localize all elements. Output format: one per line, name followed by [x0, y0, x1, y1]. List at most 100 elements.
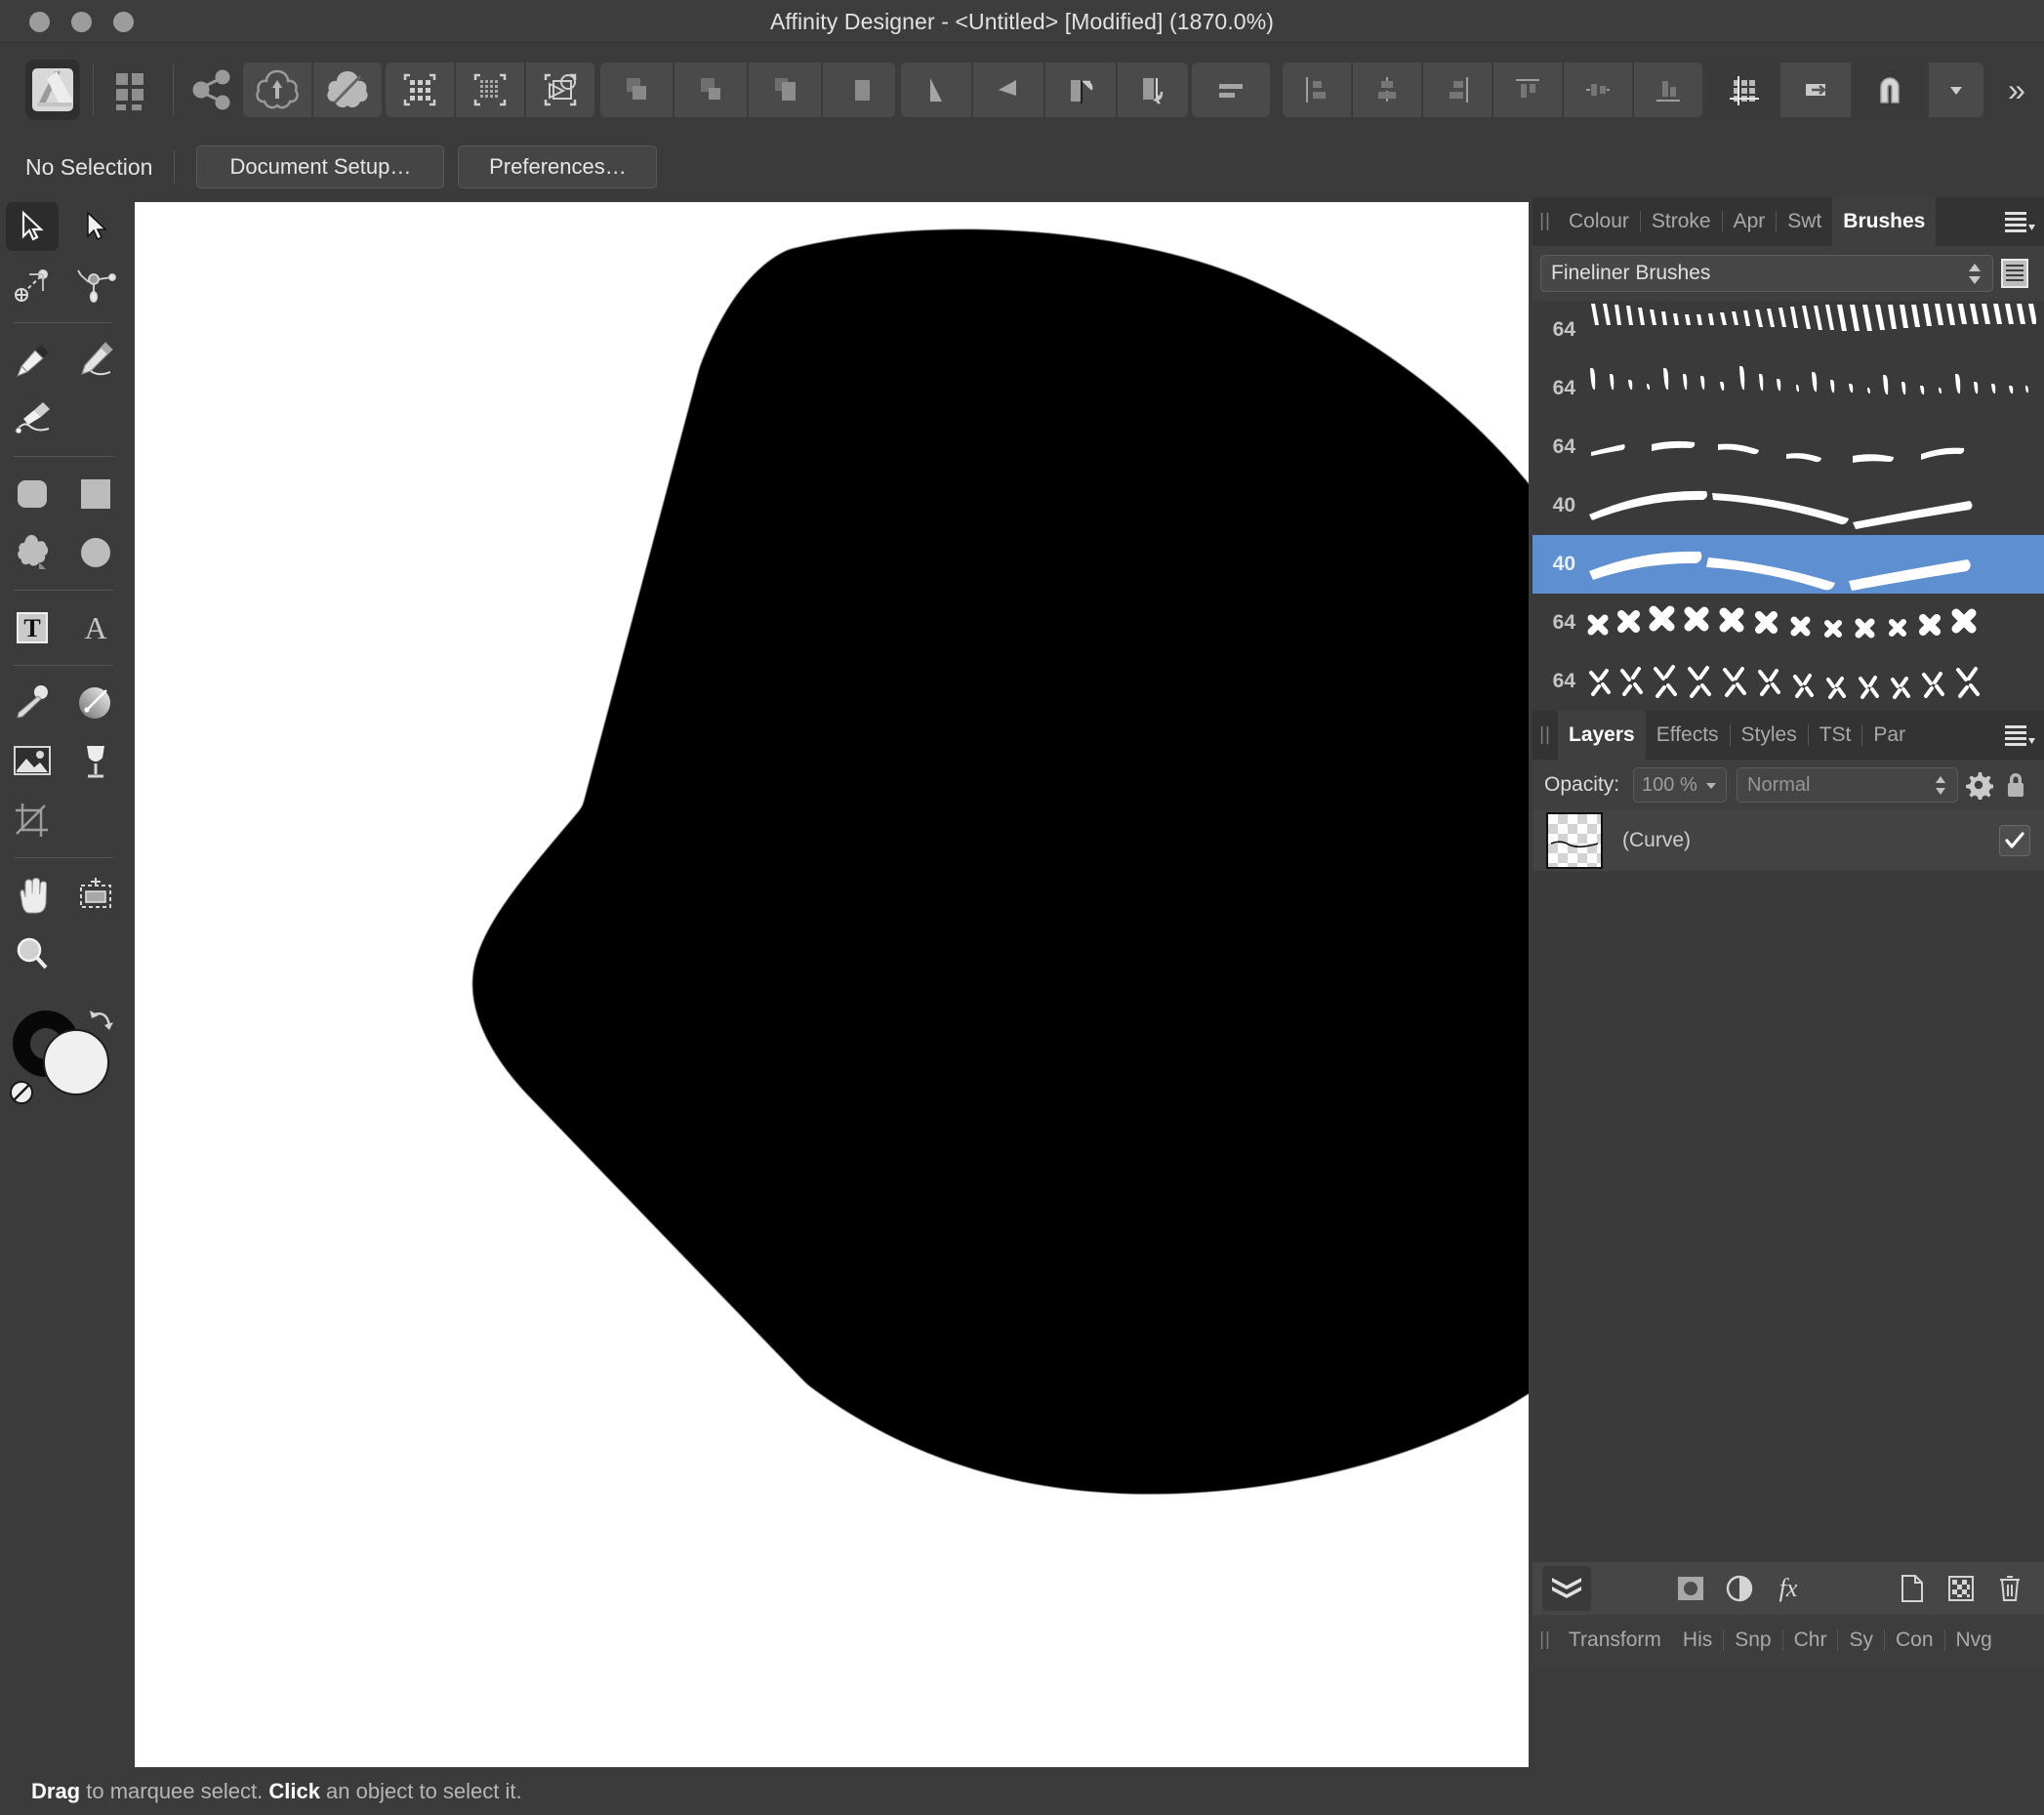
chevron-down-icon[interactable]	[1929, 62, 1983, 117]
preferences-button[interactable]: Preferences…	[458, 145, 658, 188]
add-to-shape-icon[interactable]	[243, 62, 312, 117]
slice-tool[interactable]	[63, 866, 127, 925]
new-document-icon[interactable]	[1888, 1566, 1937, 1611]
panel-drag-handle[interactable]: ||	[1533, 197, 1558, 246]
tab-history[interactable]: His	[1672, 1615, 1723, 1666]
brush-list-item[interactable]: 64	[1533, 359, 2044, 418]
boolean-divide-icon[interactable]	[822, 62, 895, 117]
tab-styles[interactable]: Styles	[1731, 711, 1808, 760]
tab-layers[interactable]: Layers	[1558, 711, 1646, 760]
checkerboard-layer-icon[interactable]	[1937, 1566, 1985, 1611]
tab-appearance[interactable]: Apr	[1723, 197, 1777, 246]
mask-layer-icon[interactable]	[1666, 1566, 1715, 1611]
vector-preview-icon[interactable]	[526, 62, 595, 117]
tab-colour[interactable]: Colour	[1558, 197, 1640, 246]
fx-icon[interactable]: fx	[1764, 1566, 1813, 1611]
flip-horizontal-icon[interactable]	[900, 62, 971, 117]
ellipse-tool[interactable]	[63, 523, 127, 582]
pixel-preview-icon[interactable]	[386, 62, 455, 117]
move-snapping-icon[interactable]	[1780, 62, 1851, 117]
tab-swatches[interactable]: Swt	[1777, 197, 1832, 246]
double-chevron-right-icon[interactable]: »	[1989, 62, 2044, 117]
crop-tool[interactable]	[0, 791, 63, 849]
layer-visibility-checkbox[interactable]	[1999, 825, 2030, 856]
boolean-subtract-icon[interactable]	[674, 62, 747, 117]
tab-symbols[interactable]: Sy	[1838, 1615, 1884, 1666]
retina-preview-icon[interactable]	[456, 62, 525, 117]
gear-icon[interactable]	[1958, 770, 1999, 800]
brush-list-item[interactable]: 40	[1533, 476, 2044, 535]
tab-paragraph[interactable]: Par	[1862, 711, 1916, 760]
vector-brush-tool[interactable]	[0, 390, 63, 448]
pen-tool[interactable]	[0, 331, 63, 390]
grid-squares-icon[interactable]	[105, 62, 160, 117]
brush-list-item[interactable]: 64	[1533, 652, 2044, 711]
tab-effects[interactable]: Effects	[1646, 711, 1730, 760]
view-pan-tool[interactable]	[0, 866, 63, 925]
brush-list-item[interactable]: 64	[1533, 301, 2044, 359]
lock-icon[interactable]	[1999, 770, 2032, 800]
brush-list[interactable]: 64 64 64 40 40 64 64	[1533, 301, 2044, 711]
tab-character[interactable]: Chr	[1783, 1615, 1838, 1666]
rectangle-tool[interactable]	[63, 465, 127, 523]
brush-list-item-selected[interactable]: 40	[1533, 535, 2044, 594]
panel-menu-icon[interactable]	[2003, 197, 2044, 246]
tab-snapshots[interactable]: Snp	[1724, 1615, 1781, 1666]
panel-drag-handle-2[interactable]: ||	[1533, 711, 1558, 760]
boolean-intersect-icon[interactable]	[748, 62, 821, 117]
frame-text-tool[interactable]: T	[0, 598, 63, 657]
adjustment-half-circle-icon[interactable]	[1715, 1566, 1764, 1611]
align-top-icon[interactable]	[1492, 62, 1562, 117]
flip-vertical-icon[interactable]	[972, 62, 1043, 117]
boolean-add-icon[interactable]	[599, 62, 673, 117]
tab-stroke[interactable]: Stroke	[1641, 197, 1722, 246]
rounded-rectangle-tool[interactable]	[0, 465, 63, 523]
brush-list-item[interactable]: 64	[1533, 594, 2044, 652]
move-tool[interactable]	[0, 197, 63, 256]
panel-menu-icon-2[interactable]	[2003, 711, 2044, 760]
panel-drag-handle-3[interactable]: ||	[1533, 1615, 1558, 1666]
align-bottom-icon[interactable]	[1633, 62, 1702, 117]
layers-stack-icon[interactable]	[1542, 1566, 1591, 1611]
magnet-snapping-icon[interactable]	[1853, 62, 1927, 117]
align-middle-vertical-icon[interactable]	[1563, 62, 1632, 117]
subtract-shape-icon[interactable]	[313, 62, 383, 117]
move-to-front-icon[interactable]	[1192, 62, 1271, 117]
document-setup-button[interactable]: Document Setup…	[196, 145, 445, 188]
tab-transform[interactable]: Transform	[1558, 1615, 1672, 1666]
zoom-tool[interactable]	[0, 925, 63, 983]
layer-row[interactable]: (Curve)	[1533, 810, 2044, 871]
rotate-right-icon[interactable]	[1117, 62, 1188, 117]
tab-text-styles[interactable]: TSt	[1809, 711, 1862, 760]
colour-picker-tool[interactable]	[0, 674, 63, 732]
stepper-arrows-icon-2[interactable]	[1934, 775, 1947, 795]
corner-tool[interactable]	[0, 256, 63, 314]
layer-list[interactable]: (Curve)	[1533, 810, 2044, 1562]
brush-list-item[interactable]: 64	[1533, 418, 2044, 476]
grid-toggle-icon[interactable]	[1708, 62, 1778, 117]
artboard[interactable]	[135, 202, 1529, 1777]
stroke-fill-swatch-icon[interactable]	[0, 999, 127, 1116]
share-nodes-icon[interactable]	[185, 62, 240, 117]
affinity-designer-logo-icon[interactable]	[25, 60, 80, 120]
opacity-value-field[interactable]: 100 %	[1633, 767, 1728, 803]
list-view-icon[interactable]	[1993, 258, 2036, 289]
trash-icon[interactable]	[1985, 1566, 2034, 1611]
align-left-icon[interactable]	[1282, 62, 1351, 117]
fill-tool[interactable]	[63, 674, 127, 732]
pencil-tool[interactable]	[63, 331, 127, 390]
transform-tool[interactable]	[63, 256, 127, 314]
tab-constraints[interactable]: Con	[1885, 1615, 1944, 1666]
artistic-text-tool[interactable]: A	[63, 598, 127, 657]
node-tool[interactable]	[63, 197, 127, 256]
chevron-down-icon[interactable]	[1704, 780, 1718, 790]
align-right-icon[interactable]	[1422, 62, 1492, 117]
place-image-tool[interactable]	[0, 732, 63, 791]
vector-curve-shape[interactable]	[242, 222, 1529, 1520]
brush-category-select[interactable]: Fineliner Brushes	[1540, 255, 1993, 292]
tab-brushes[interactable]: Brushes	[1832, 197, 1937, 246]
canvas-area[interactable]	[127, 197, 1533, 1777]
align-center-horizontal-icon[interactable]	[1352, 62, 1421, 117]
blend-mode-select[interactable]: Normal	[1737, 767, 1958, 803]
tab-navigator[interactable]: Nvg	[1945, 1615, 2003, 1666]
